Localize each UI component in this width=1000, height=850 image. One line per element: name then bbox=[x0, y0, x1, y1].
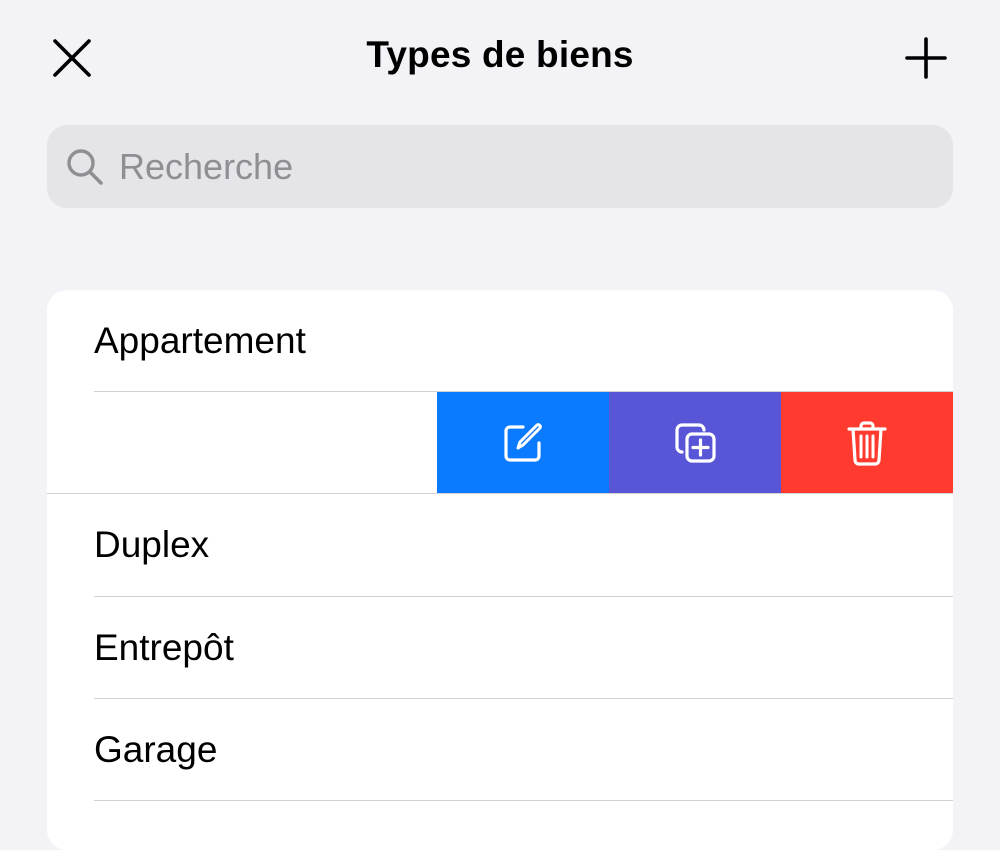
duplicate-icon bbox=[675, 422, 716, 463]
edit-button[interactable] bbox=[437, 392, 609, 493]
add-button[interactable] bbox=[904, 36, 948, 80]
search-bar[interactable] bbox=[47, 125, 953, 208]
property-types-list: Appartement Duplex Entrepôt Garage bbox=[47, 290, 953, 850]
navigation-bar: Types de biens bbox=[0, 0, 1000, 116]
plus-icon bbox=[905, 37, 947, 79]
list-item-label: Duplex bbox=[94, 524, 210, 565]
row-separator bbox=[94, 800, 953, 801]
delete-button[interactable] bbox=[781, 392, 953, 493]
list-item-label: Entrepôt bbox=[94, 627, 234, 668]
swiped-list-item[interactable] bbox=[47, 392, 953, 493]
search-icon bbox=[67, 149, 103, 185]
duplicate-button[interactable] bbox=[609, 392, 781, 493]
edit-icon bbox=[504, 422, 542, 462]
list-item[interactable]: Entrepôt bbox=[47, 597, 953, 699]
list-item-label: Garage bbox=[94, 729, 218, 770]
list-item[interactable]: Garage bbox=[47, 699, 953, 801]
list-item-label: Appartement bbox=[94, 320, 306, 361]
page-title: Types de biens bbox=[366, 34, 634, 75]
list-item[interactable]: Appartement bbox=[47, 290, 953, 392]
search-input[interactable] bbox=[119, 125, 939, 208]
list-item[interactable]: Duplex bbox=[47, 494, 953, 596]
trash-icon bbox=[847, 420, 887, 466]
